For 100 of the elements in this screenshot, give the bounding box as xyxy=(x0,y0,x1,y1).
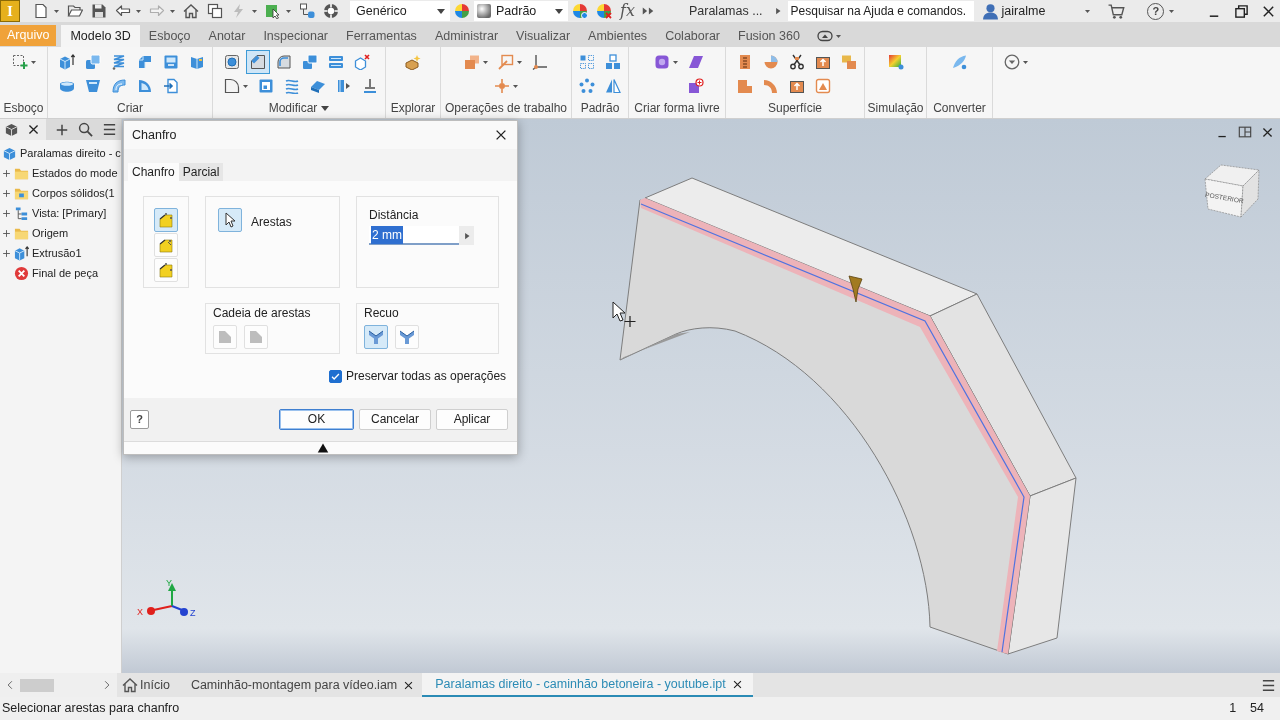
tree-item[interactable]: Vista: [Primary] xyxy=(0,203,107,223)
ribbon-tab[interactable]: Ambientes xyxy=(579,25,657,47)
plus-icon[interactable] xyxy=(55,122,69,137)
ruler-panel-icon xyxy=(737,54,753,70)
method-button[interactable] xyxy=(154,208,178,232)
bent-block-icon xyxy=(137,54,153,70)
expand-icon[interactable] xyxy=(2,168,11,178)
network-icon xyxy=(299,3,315,19)
function-button[interactable]: fx xyxy=(620,3,635,19)
search-icon[interactable] xyxy=(78,122,93,137)
close-icon[interactable] xyxy=(731,678,743,690)
pie-patch-icon xyxy=(763,54,779,70)
caret-icon xyxy=(513,84,518,88)
restore-icon[interactable] xyxy=(1234,3,1249,19)
caret-icon[interactable] xyxy=(1085,9,1091,13)
toolbar-button[interactable] xyxy=(299,3,315,19)
browser-tab[interactable] xyxy=(0,119,46,140)
redo-icon xyxy=(149,3,165,19)
view-cube[interactable] xyxy=(1204,164,1260,218)
coordinate-axes-icon xyxy=(532,54,548,70)
tile-window-icon[interactable] xyxy=(1238,125,1252,139)
beveled-corner-icon xyxy=(158,212,174,228)
dialog-button[interactable]: Aplicar xyxy=(436,409,508,430)
tree-item[interactable]: Paralamas direito - c xyxy=(0,143,121,163)
tree-item[interactable]: Corpos sólidos(1 xyxy=(0,183,115,203)
toolbar-button[interactable] xyxy=(91,3,107,19)
status-value: 54 xyxy=(1250,700,1264,718)
tree-item[interactable]: Origem xyxy=(0,223,69,243)
color-wheel-plus-icon[interactable] xyxy=(572,3,588,19)
ribbon-tab[interactable]: Anotar xyxy=(199,25,255,47)
scrollbar-thumb[interactable] xyxy=(20,678,54,692)
tree-item[interactable]: Extrusão1 xyxy=(0,243,82,263)
menu-icon[interactable] xyxy=(1261,677,1276,693)
close-icon[interactable] xyxy=(494,128,508,142)
tree-item[interactable]: Estados do mode xyxy=(0,163,118,183)
edges-label: Arestas xyxy=(251,214,292,231)
group-label: Modificar xyxy=(268,100,318,117)
user-icon[interactable] xyxy=(981,2,999,20)
expand-icon[interactable] xyxy=(2,208,11,218)
document-tab[interactable]: Paralamas direito - caminhão betoneira - youtube.ipt xyxy=(422,673,753,697)
tool-button[interactable] xyxy=(246,50,270,74)
bracket-icon xyxy=(336,78,352,94)
toolbar-button[interactable] xyxy=(67,3,83,19)
tree-item[interactable]: Final de peça xyxy=(0,263,99,283)
expand-icon[interactable] xyxy=(2,188,11,198)
caret-icon xyxy=(1023,60,1028,64)
arrow-button[interactable] xyxy=(459,226,474,245)
user-name[interactable]: jairalme xyxy=(1001,1,1046,21)
toolbar-button[interactable] xyxy=(265,3,291,19)
axis-label: Y xyxy=(166,578,172,588)
appearance-dropdown[interactable]: Genérico xyxy=(350,1,450,21)
toolbar-button[interactable] xyxy=(115,3,141,19)
ribbon-tab[interactable]: Modelo 3D xyxy=(61,25,140,47)
caret-icon[interactable] xyxy=(321,105,330,111)
caret-icon[interactable] xyxy=(1169,9,1175,13)
color-wheel-icon[interactable] xyxy=(454,3,470,19)
toolbar-button[interactable] xyxy=(207,3,223,19)
toolbar-button[interactable] xyxy=(183,3,199,19)
dot-grid-icon xyxy=(579,54,595,70)
expand-icon[interactable] xyxy=(2,248,11,258)
close-icon[interactable] xyxy=(27,123,40,136)
cart-icon[interactable] xyxy=(1108,2,1126,20)
group-label: Criar xyxy=(117,100,143,117)
checkbox[interactable] xyxy=(329,369,342,383)
ribbon-tab[interactable]: Ferramentas xyxy=(337,25,426,47)
search-field[interactable]: Pesquisar na Ajuda e comandos. xyxy=(787,1,974,21)
ribbon-tab[interactable]: Visualizar xyxy=(507,25,580,47)
style-dropdown[interactable]: Padrão xyxy=(474,1,568,21)
dialog-button[interactable]: Cancelar xyxy=(359,409,431,430)
tree-diagram-icon xyxy=(14,205,29,221)
caret-icon xyxy=(437,8,445,14)
close-icon[interactable] xyxy=(1261,125,1274,139)
group-label: Padrão xyxy=(580,100,620,117)
ribbon-tab[interactable]: Colaborar xyxy=(656,25,729,47)
dialog-tab[interactable]: Chanfro xyxy=(128,163,179,181)
help-button[interactable]: ? xyxy=(130,410,149,429)
close-icon[interactable] xyxy=(1261,3,1276,19)
menu-icon[interactable] xyxy=(102,122,117,137)
dialog-tab[interactable]: Parcial xyxy=(178,163,224,181)
window-icon xyxy=(163,54,179,70)
ribbon-tab[interactable]: Administrar xyxy=(425,25,508,47)
expand-icon[interactable] xyxy=(2,228,11,238)
setback-button[interactable] xyxy=(364,325,388,349)
ribbon-tab[interactable]: Esboço xyxy=(139,25,200,47)
color-wheel-cross-icon[interactable] xyxy=(596,3,612,19)
dialog-button[interactable]: OK xyxy=(279,409,354,430)
document-tab[interactable]: Início xyxy=(117,673,178,697)
wedge-icon xyxy=(137,78,153,94)
toolbar-button[interactable] xyxy=(33,3,59,19)
arrow-handle-icon[interactable] xyxy=(848,275,863,303)
triangle-up-icon[interactable] xyxy=(316,442,329,454)
ribbon-tab[interactable]: Fusion 360 xyxy=(729,25,809,47)
layered-block-icon xyxy=(328,54,344,70)
distance-field[interactable]: 2 mm xyxy=(369,226,459,245)
ribbon-tab[interactable]: Inspecionar xyxy=(254,25,337,47)
group-label: Recuo xyxy=(364,305,400,322)
close-icon[interactable] xyxy=(403,679,415,691)
document-tab[interactable]: Caminhão-montagem para vídeo.iam xyxy=(177,673,423,697)
select-edges-button[interactable] xyxy=(218,208,242,232)
stamp-icon xyxy=(362,78,378,94)
